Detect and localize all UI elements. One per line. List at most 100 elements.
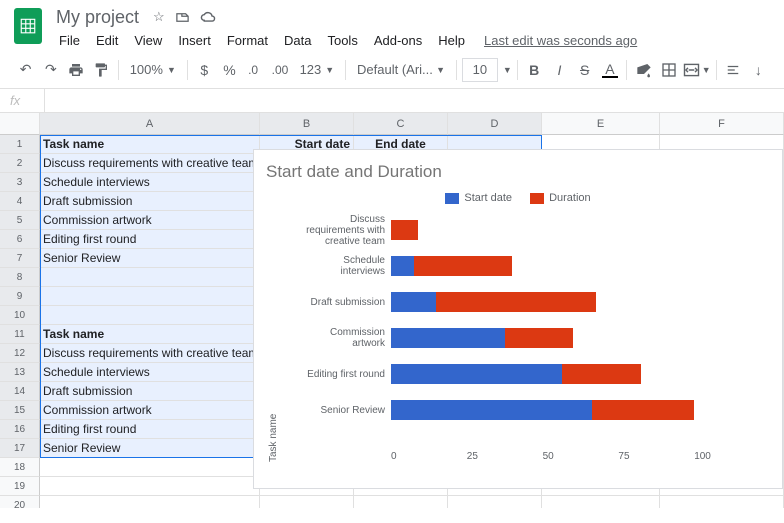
cell[interactable]: Editing first round [40, 420, 260, 439]
toolbar: ↶ ↷ 100%▼ $ % .0 .00 123▼ Default (Ari..… [0, 51, 784, 89]
cell[interactable] [542, 496, 660, 508]
cell[interactable]: Senior Review [40, 439, 260, 458]
row-header[interactable]: 1 [0, 135, 40, 154]
zoom-select[interactable]: 100%▼ [124, 57, 182, 83]
valign-button[interactable]: ↓ [747, 56, 770, 84]
row-header[interactable]: 20 [0, 496, 40, 508]
redo-button[interactable]: ↷ [39, 56, 62, 84]
print-button[interactable] [64, 56, 87, 84]
cell[interactable] [40, 477, 260, 496]
cell[interactable]: Commission artwork [40, 401, 260, 420]
cell[interactable] [40, 268, 260, 287]
align-button[interactable] [722, 56, 745, 84]
menu-format[interactable]: Format [220, 30, 275, 51]
row-header[interactable]: 9 [0, 287, 40, 306]
cell[interactable]: Commission artwork [40, 211, 260, 230]
menu-help[interactable]: Help [431, 30, 472, 51]
cell[interactable] [448, 496, 542, 508]
col-header-C[interactable]: C [354, 113, 448, 135]
chart-legend: Start dateDuration [266, 192, 770, 204]
strikethrough-button[interactable]: S [573, 56, 596, 84]
undo-button[interactable]: ↶ [14, 56, 37, 84]
percent-button[interactable]: % [218, 56, 241, 84]
chart-overlay[interactable]: Start date and Duration Start dateDurati… [253, 149, 783, 489]
row-header[interactable]: 10 [0, 306, 40, 325]
last-edit-link[interactable]: Last edit was seconds ago [484, 33, 637, 48]
cell[interactable]: Editing first round [40, 230, 260, 249]
row-header[interactable]: 12 [0, 344, 40, 363]
x-tick: 0 [391, 451, 467, 462]
col-header-A[interactable]: A [40, 113, 260, 135]
cell[interactable]: Schedule interviews [40, 173, 260, 192]
merge-button[interactable]: ▼ [683, 56, 711, 84]
chart-bar-row: Editing first round [281, 356, 770, 392]
row-header[interactable]: 13 [0, 363, 40, 382]
row-header[interactable]: 19 [0, 477, 40, 496]
col-header-D[interactable]: D [448, 113, 542, 135]
font-select[interactable]: Default (Ari...▼ [351, 57, 451, 83]
cell[interactable]: Draft submission [40, 382, 260, 401]
fx-label: fx [0, 89, 45, 112]
row-header[interactable]: 2 [0, 154, 40, 173]
row-header[interactable]: 11 [0, 325, 40, 344]
cell[interactable] [260, 496, 354, 508]
cell[interactable]: Discuss requirements with creative team [40, 344, 260, 363]
menu-tools[interactable]: Tools [320, 30, 364, 51]
chart-bar-row: Scheduleinterviews [281, 248, 770, 284]
cell[interactable]: Draft submission [40, 192, 260, 211]
chart-bar-row: Discussrequirements withcreative team [281, 212, 770, 248]
decrease-decimal-button[interactable]: .0 [243, 56, 266, 84]
menu-view[interactable]: View [127, 30, 169, 51]
menu-add-ons[interactable]: Add-ons [367, 30, 429, 51]
cell[interactable] [40, 306, 260, 325]
row-header[interactable]: 7 [0, 249, 40, 268]
row-header[interactable]: 15 [0, 401, 40, 420]
cell[interactable]: Task name [40, 325, 260, 344]
row-header[interactable]: 8 [0, 268, 40, 287]
cell[interactable]: Task name [40, 135, 260, 154]
italic-button[interactable]: I [548, 56, 571, 84]
cell[interactable]: Discuss requirements with creative team [40, 154, 260, 173]
cloud-icon[interactable] [200, 9, 217, 26]
cell[interactable] [40, 458, 260, 477]
currency-button[interactable]: $ [193, 56, 216, 84]
menu-edit[interactable]: Edit [89, 30, 125, 51]
row-header[interactable]: 5 [0, 211, 40, 230]
col-header-F[interactable]: F [660, 113, 784, 135]
legend-item: Start date [445, 192, 512, 204]
paint-format-button[interactable] [90, 56, 113, 84]
increase-decimal-button[interactable]: .00 [268, 56, 291, 84]
row-header[interactable]: 14 [0, 382, 40, 401]
row-header[interactable]: 17 [0, 439, 40, 458]
bold-button[interactable]: B [523, 56, 546, 84]
col-header-E[interactable]: E [542, 113, 660, 135]
cell[interactable]: Senior Review [40, 249, 260, 268]
col-header-B[interactable]: B [260, 113, 354, 135]
menu-file[interactable]: File [52, 30, 87, 51]
borders-button[interactable] [658, 56, 681, 84]
x-tick: 100 [694, 451, 770, 462]
cell[interactable] [660, 496, 784, 508]
row-header[interactable]: 16 [0, 420, 40, 439]
cell[interactable] [40, 496, 260, 508]
text-color-button[interactable]: A [598, 56, 621, 84]
document-title[interactable]: My project [52, 6, 143, 29]
select-all-corner[interactable] [0, 113, 40, 135]
cell[interactable] [354, 496, 448, 508]
row-header[interactable]: 6 [0, 230, 40, 249]
cell[interactable]: Schedule interviews [40, 363, 260, 382]
row-header[interactable]: 3 [0, 173, 40, 192]
chart-bar-row: Draft submission [281, 284, 770, 320]
row-header[interactable]: 18 [0, 458, 40, 477]
chart-bar-row: Commissionartwork [281, 320, 770, 356]
row-header[interactable]: 4 [0, 192, 40, 211]
fill-color-button[interactable] [632, 56, 655, 84]
cell[interactable] [40, 287, 260, 306]
menu-insert[interactable]: Insert [171, 30, 218, 51]
number-format-select[interactable]: 123▼ [294, 57, 341, 83]
move-icon[interactable] [175, 10, 190, 25]
star-icon[interactable]: ☆ [153, 9, 165, 25]
font-size-input[interactable] [462, 58, 498, 82]
sheets-logo[interactable] [14, 8, 42, 44]
menu-data[interactable]: Data [277, 30, 318, 51]
